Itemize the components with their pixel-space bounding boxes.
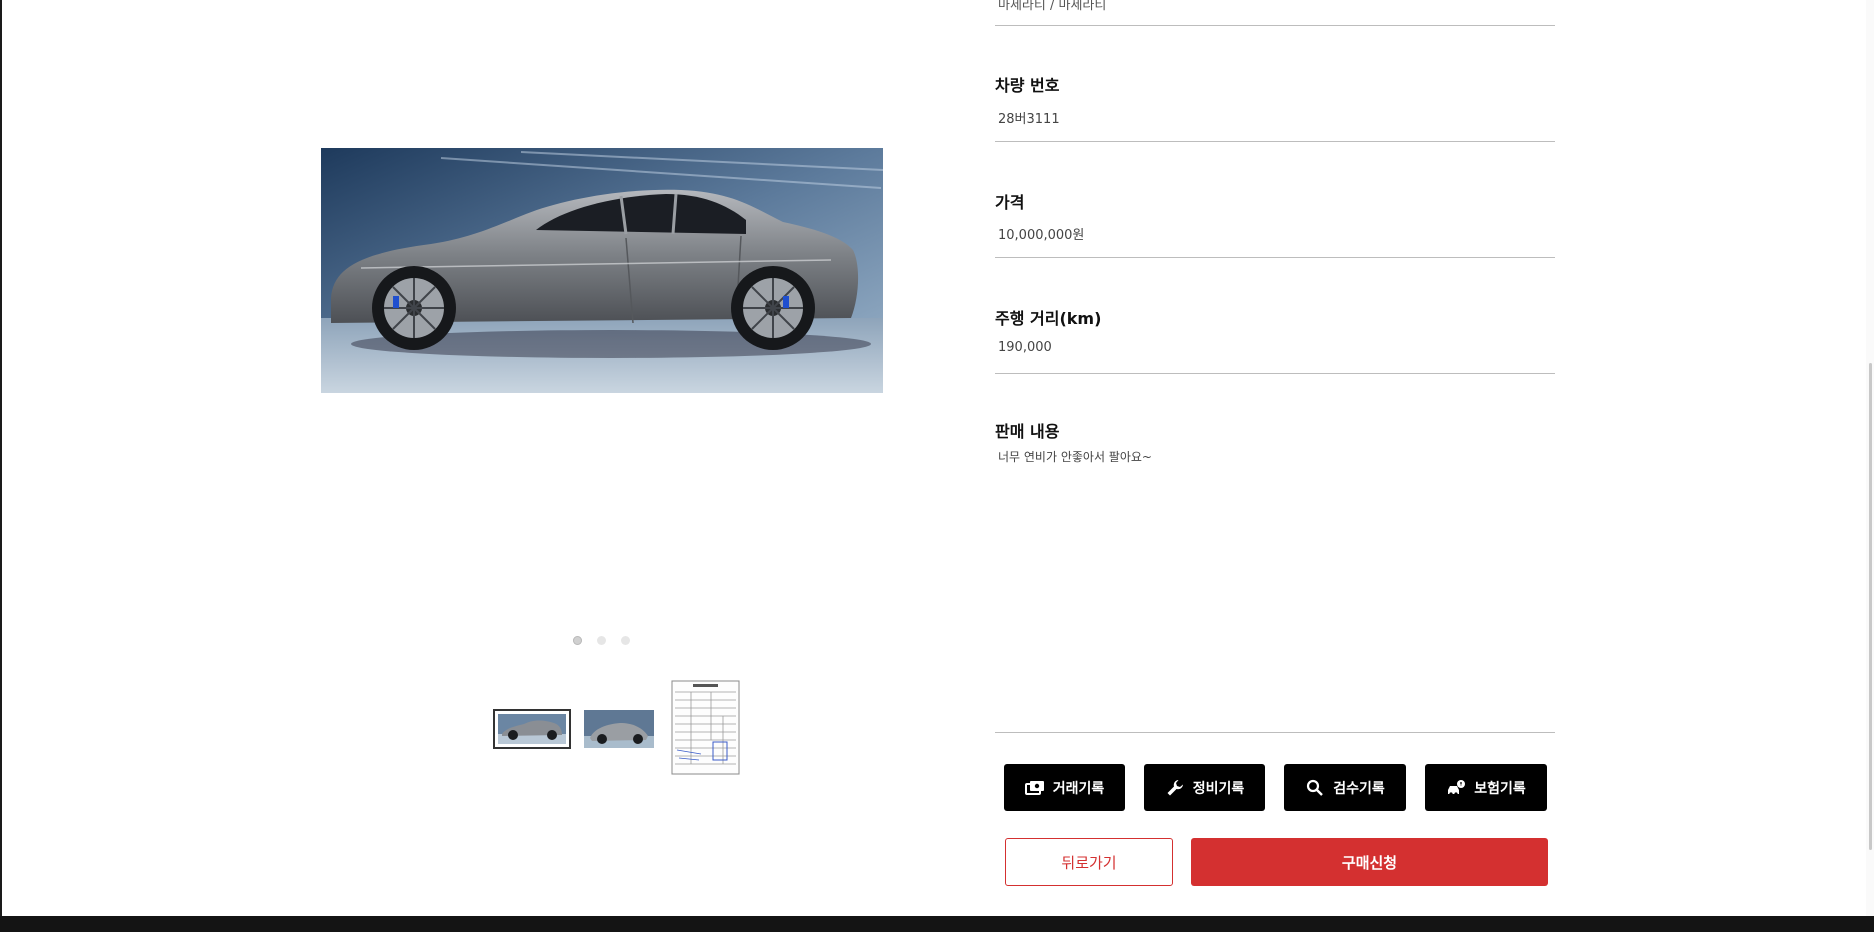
description-text: 너무 연비가 안좋아서 팔아요~ (998, 450, 1152, 464)
field-car-number: 차량 번호 28버3111 (995, 62, 1555, 142)
car-main-image (321, 148, 883, 393)
transaction-record-button[interactable]: 거래기록 (1004, 764, 1125, 811)
description-label: 판매 내용 (995, 422, 1060, 441)
left-border (0, 0, 2, 916)
carousel-dot-2[interactable] (597, 636, 606, 645)
button-label: 거래기록 (1052, 780, 1105, 797)
money-icon (1024, 778, 1045, 798)
insurance-icon (1446, 778, 1466, 798)
button-label: 검수기록 (1333, 780, 1385, 797)
carousel-dots (573, 636, 630, 645)
divider (995, 25, 1555, 26)
insurance-record-button[interactable]: 보험기록 (1425, 764, 1547, 811)
carousel-dot-3[interactable] (621, 636, 630, 645)
field-value: 190,000 (998, 340, 1052, 355)
back-button[interactable]: 뒤로가기 (1005, 838, 1173, 886)
registration-document-thumbnail[interactable] (671, 680, 740, 775)
bottom-bar (0, 916, 1874, 932)
previous-field-value: 마세라티 / 마세라티 (998, 0, 1107, 13)
purchase-request-button[interactable]: 구매신청 (1191, 838, 1548, 886)
scrollbar-thumb[interactable] (1869, 363, 1872, 850)
button-label: 보험기록 (1474, 780, 1526, 797)
field-label: 가격 (995, 193, 1025, 212)
field-mileage: 주행 거리(km) 190,000 (995, 295, 1555, 374)
car-side-thumbnail[interactable] (493, 709, 571, 749)
button-label: 정비기록 (1192, 780, 1245, 797)
field-label: 차량 번호 (995, 76, 1060, 95)
wrench-icon (1165, 778, 1185, 798)
search-icon (1305, 778, 1325, 798)
car-front-thumbnail[interactable] (584, 710, 654, 748)
field-label: 주행 거리(km) (995, 309, 1102, 328)
divider (995, 732, 1555, 733)
field-value: 10,000,000원 (998, 228, 1085, 243)
field-price: 가격 10,000,000원 (995, 179, 1555, 258)
field-value: 28버3111 (998, 112, 1060, 127)
carousel-dot-1[interactable] (573, 636, 582, 645)
maintenance-record-button[interactable]: 정비기록 (1144, 764, 1265, 811)
inspection-record-button[interactable]: 검수기록 (1284, 764, 1406, 811)
